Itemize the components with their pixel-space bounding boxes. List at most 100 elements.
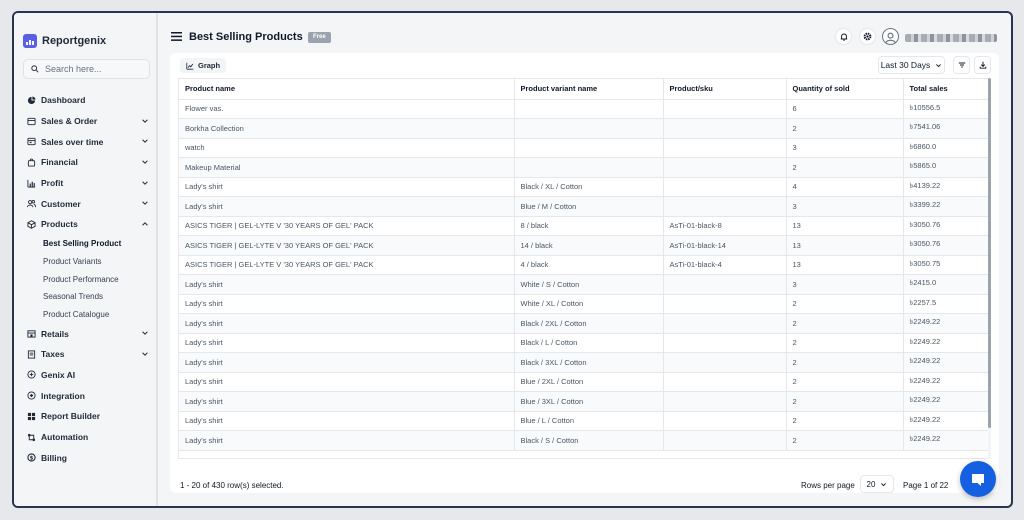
sidebar-item-sales-order[interactable]: Sales & Order bbox=[27, 111, 149, 132]
table-row[interactable]: Lady's shirt Black / S / Cotton 2 ৳2249.22 bbox=[179, 430, 988, 451]
graph-button[interactable]: Graph bbox=[180, 58, 227, 73]
table-cell: AsTi-01-black-8 bbox=[663, 216, 787, 236]
table-row[interactable]: Lady's shirt Black / XL / Cotton 4 ৳4139.22 bbox=[179, 177, 988, 197]
table-row[interactable]: Lady's shirt Black / 3XL / Cotton 2 ৳2249.2… bbox=[179, 352, 988, 373]
table-row[interactable]: ASICS TIGER | GEL-LYTE V '30 YEARS OF GE… bbox=[179, 235, 988, 256]
search-input[interactable] bbox=[45, 64, 140, 74]
rows-per-page-value: 20 bbox=[866, 479, 876, 489]
sidebar-item-billing[interactable]: $ Billing bbox=[27, 447, 149, 468]
table-row[interactable]: ASICS TIGER | GEL-LYTE V '30 YEARS OF GE… bbox=[179, 255, 988, 275]
sidebar-item-label: Dashboard bbox=[41, 95, 86, 106]
notification-button[interactable] bbox=[835, 28, 852, 45]
table-cell: 13 bbox=[786, 255, 904, 275]
chat-bubble-icon bbox=[972, 473, 984, 486]
table-cell: ৳10556.5 bbox=[903, 99, 988, 119]
products-table: Product name Product variant name Produc… bbox=[178, 78, 989, 459]
date-range-select[interactable]: Last 30 Days bbox=[878, 56, 945, 74]
sidebar-item-customer[interactable]: Customer bbox=[27, 193, 149, 214]
column-header-total-sales[interactable]: Total sales bbox=[903, 79, 988, 100]
sidebar-item-profit[interactable]: Profit bbox=[27, 173, 149, 194]
automation-icon bbox=[27, 433, 36, 442]
download-button[interactable] bbox=[974, 56, 991, 74]
filter-button[interactable] bbox=[953, 56, 970, 74]
avatar[interactable] bbox=[882, 28, 899, 45]
sidebar: Reportgenix Dashboard Sales & Order Sale… bbox=[14, 13, 158, 506]
table-cell: ASICS TIGER | GEL-LYTE V '30 YEARS OF GE… bbox=[179, 255, 515, 275]
sidebar-item-report-builder[interactable]: Report Builder bbox=[27, 406, 149, 427]
table-row[interactable]: Lady's shirt White / XL / Cotton 2 ৳2257.5 bbox=[179, 294, 988, 314]
column-header-sku[interactable]: Product/sku bbox=[663, 79, 787, 100]
table-cell: 2 bbox=[786, 313, 904, 334]
table-row[interactable]: Flower vas. 6 ৳10556.5 bbox=[179, 99, 988, 119]
table-cell: Black / 2XL / Cotton bbox=[514, 313, 664, 334]
sidebar-item-products[interactable]: Products bbox=[27, 214, 149, 235]
table-cell: Lady's shirt bbox=[179, 274, 515, 295]
sidebar-item-genix-ai[interactable]: Genix AI bbox=[27, 365, 149, 386]
table-row[interactable]: Borkha Collection 2 ৳7541.06 bbox=[179, 118, 988, 139]
sidebar-item-sales-over-time[interactable]: Sales over time bbox=[27, 131, 149, 152]
sidebar-item-automation[interactable]: Automation bbox=[27, 427, 149, 448]
table-row[interactable]: Makeup Material 2 ৳5865.0 bbox=[179, 157, 988, 178]
table-cell: Blue / M / Cotton bbox=[514, 196, 664, 217]
chat-button[interactable] bbox=[960, 461, 996, 497]
chevron-down-icon bbox=[142, 139, 148, 144]
sidebar-item-taxes[interactable]: Taxes bbox=[27, 344, 149, 365]
grid-icon bbox=[27, 412, 36, 421]
table-row[interactable]: Lady's shirt Blue / 2XL / Cotton 2 ৳2249.22 bbox=[179, 372, 988, 392]
hamburger-menu-icon[interactable] bbox=[171, 32, 182, 41]
rows-per-page-select[interactable]: 20 bbox=[860, 475, 894, 493]
table-cell: Borkha Collection bbox=[179, 118, 515, 139]
table-row[interactable]: Lady's shirt Black / 2XL / Cotton 2 ৳2249.2… bbox=[179, 313, 988, 334]
column-header-product-name[interactable]: Product name bbox=[179, 79, 515, 100]
sidebar-item-financial[interactable]: Financial bbox=[27, 152, 149, 173]
table-cell bbox=[663, 313, 787, 334]
settings-button[interactable] bbox=[859, 28, 876, 45]
table-cell: 6 bbox=[786, 99, 904, 119]
table-cell: ৳3050.75 bbox=[903, 255, 988, 275]
sidebar-subitem-product-performance[interactable]: Product Performance bbox=[43, 270, 149, 288]
column-header-variant-name[interactable]: Product variant name bbox=[514, 79, 664, 100]
chevron-down-icon bbox=[936, 63, 942, 67]
brand[interactable]: Reportgenix bbox=[23, 34, 106, 48]
table-cell bbox=[663, 372, 787, 392]
svg-text:$: $ bbox=[30, 456, 34, 462]
sidebar-item-retails[interactable]: Retails bbox=[27, 323, 149, 344]
table-row[interactable]: Lady's shirt Blue / M / Cotton 3 ৳3399.22 bbox=[179, 196, 988, 217]
search-icon bbox=[31, 65, 39, 73]
column-header-quantity[interactable]: Quantity of sold bbox=[786, 79, 904, 100]
dollar-icon: $ bbox=[27, 453, 36, 462]
table-row[interactable]: Lady's shirt White / S / Cotton 3 ৳2415.0 bbox=[179, 274, 988, 295]
sidebar-subitem-product-variants[interactable]: Product Variants bbox=[43, 253, 149, 271]
table-scrollbar[interactable] bbox=[988, 78, 991, 459]
sparkle-icon bbox=[27, 370, 36, 380]
sidebar-subitem-seasonal-trends[interactable]: Seasonal Trends bbox=[43, 288, 149, 306]
table-cell: AsTi-01-black-14 bbox=[663, 235, 787, 256]
chevron-down-icon bbox=[142, 201, 148, 206]
table-cell: 14 / black bbox=[514, 235, 664, 256]
sidebar-nav: Dashboard Sales & Order Sales over time … bbox=[27, 90, 149, 468]
table-cell bbox=[663, 411, 787, 431]
table-row[interactable]: Lady's shirt Black / L / Cotton 2 ৳2249.22 bbox=[179, 333, 988, 353]
sidebar-subitem-best-selling-product[interactable]: Best Selling Product bbox=[43, 235, 149, 253]
pie-chart-icon bbox=[27, 96, 36, 105]
chevron-up-icon bbox=[142, 222, 148, 226]
table-cell: 2 bbox=[786, 391, 904, 412]
table-row[interactable]: Lady's shirt Blue / L / Cotton 2 ৳2249.22 bbox=[179, 411, 988, 431]
table-cell: ৳5865.0 bbox=[903, 157, 988, 178]
table-row[interactable]: watch 3 ৳6860.0 bbox=[179, 138, 988, 158]
table-cell: Lady's shirt bbox=[179, 313, 515, 334]
sidebar-item-integration[interactable]: Integration bbox=[27, 385, 149, 406]
page-info: Page 1 of 22 bbox=[903, 481, 949, 490]
sidebar-item-dashboard[interactable]: Dashboard bbox=[27, 90, 149, 111]
table-cell bbox=[663, 196, 787, 217]
table-cell: Black / XL / Cotton bbox=[514, 177, 664, 197]
table-row[interactable]: Lady's shirt Blue / 3XL / Cotton 2 ৳2249.22 bbox=[179, 391, 988, 412]
table-row[interactable]: ASICS TIGER | GEL-LYTE V '30 YEARS OF GE… bbox=[179, 216, 988, 236]
bar-chart-icon bbox=[27, 179, 36, 188]
box-icon bbox=[27, 220, 36, 229]
table-cell: 13 bbox=[786, 235, 904, 256]
scrollbar-thumb[interactable] bbox=[988, 78, 991, 428]
table-cell: 13 bbox=[786, 216, 904, 236]
table-cell: ৳3050.76 bbox=[903, 235, 988, 256]
sidebar-subitem-product-catalogue[interactable]: Product Catalogue bbox=[43, 306, 149, 324]
